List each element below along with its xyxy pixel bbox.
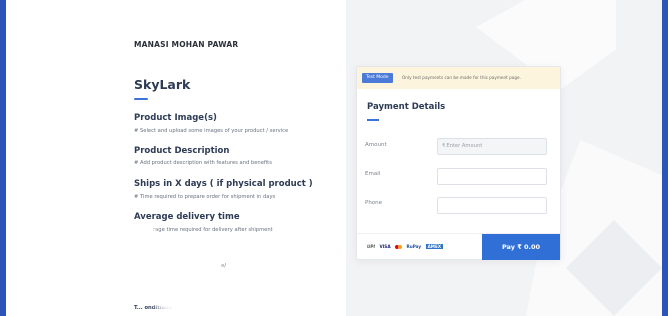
test-mode-badge: Test Mode <box>362 73 393 83</box>
section-title-delivery-time: Average delivery time <box>134 212 240 222</box>
redaction-blob <box>151 285 211 313</box>
redaction-blob <box>116 222 156 244</box>
section-title-product-images: Product Image(s) <box>134 113 217 123</box>
section-title-product-description: Product Description <box>134 146 230 156</box>
mastercard-icon <box>395 245 403 249</box>
payment-page: MANASI MOHAN PAWAR SkyLark Product Image… <box>6 0 662 316</box>
upi-logo: UPI <box>367 244 376 249</box>
payment-details-title: Payment Details <box>367 102 446 112</box>
amount-label: Amount <box>365 142 387 148</box>
test-mode-note: Only test payments can be made for this … <box>402 75 521 80</box>
merchant-name: MANASI MOHAN PAWAR <box>134 40 239 49</box>
email-label: Email <box>365 171 381 177</box>
rupay-logo: RuPay <box>406 244 422 249</box>
email-field[interactable] <box>437 168 547 185</box>
section-desc-delivery-time: rage time required for delivery after sh… <box>153 227 273 233</box>
payment-footer: UPI VISA RuPay AMEX Pay ₹ 0.00 <box>357 233 560 260</box>
currency-symbol: ₹ <box>442 143 446 149</box>
partial-text: e/ <box>221 263 226 269</box>
phone-label: Phone <box>365 200 383 206</box>
visa-logo: VISA <box>379 244 391 249</box>
section-desc-ships-in: # Time required to prepare order for shi… <box>134 194 276 200</box>
section-desc-product-images: # Select and upload some images of your … <box>134 128 289 134</box>
pay-button[interactable]: Pay ₹ 0.00 <box>482 234 560 260</box>
amount-input[interactable]: ₹Enter Amount <box>437 138 547 155</box>
store-title: SkyLark <box>134 77 191 92</box>
test-mode-banner: Test Mode Only test payments can be made… <box>357 67 560 89</box>
payment-card: Test Mode Only test payments can be made… <box>356 66 561 260</box>
title-underline <box>134 98 148 100</box>
payment-methods: UPI VISA RuPay AMEX <box>367 244 446 249</box>
section-title-ships-in: Ships in X days ( if physical product ) <box>134 179 313 189</box>
phone-field[interactable] <box>437 197 547 214</box>
payment-title-underline <box>367 119 379 121</box>
section-desc-product-description: # Add product description with features … <box>134 160 272 166</box>
amount-placeholder: Enter Amount <box>446 143 483 149</box>
amex-logo: AMEX <box>425 244 444 249</box>
